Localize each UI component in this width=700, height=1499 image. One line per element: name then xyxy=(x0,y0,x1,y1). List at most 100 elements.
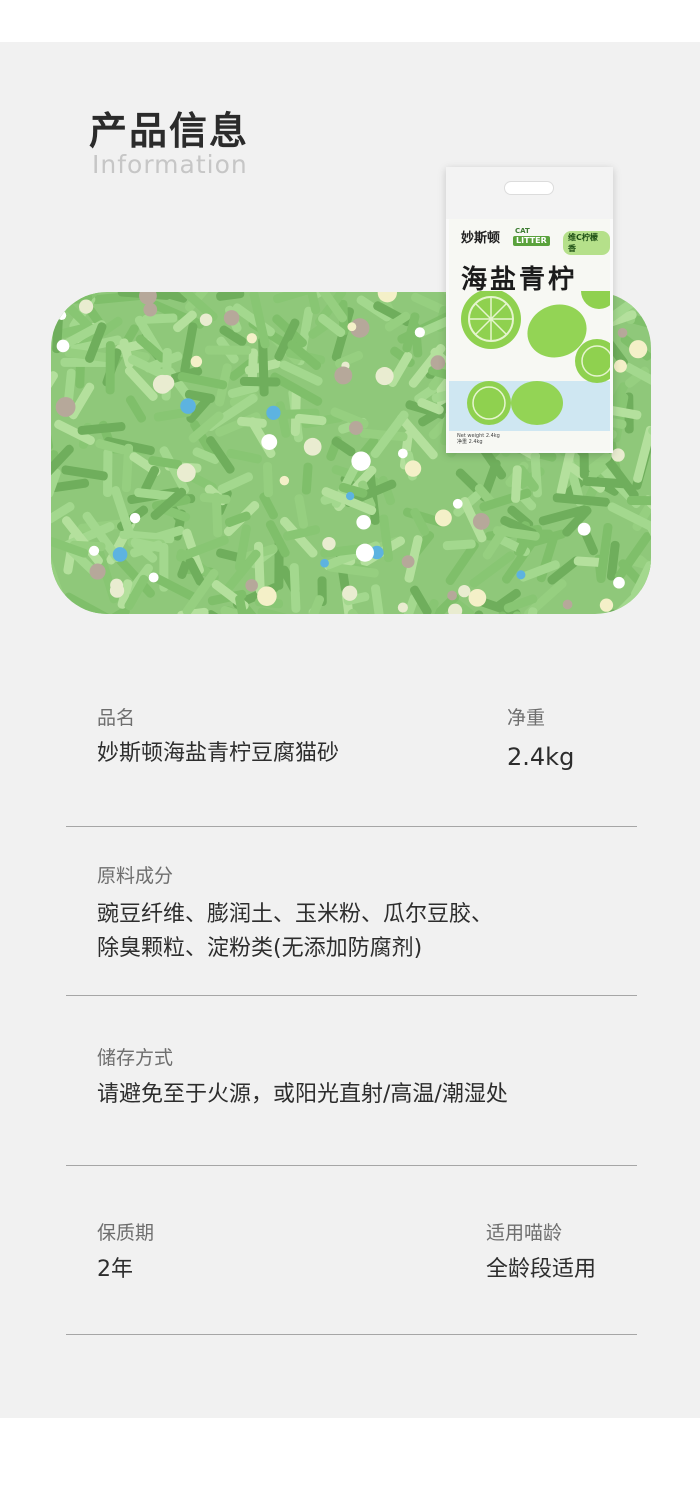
shelf-life-value: 2年 xyxy=(97,1257,133,1282)
litter-granule xyxy=(577,522,591,536)
litter-pellet xyxy=(301,462,313,495)
litter-pellet xyxy=(239,376,281,387)
litter-granule xyxy=(199,313,213,326)
ingredients-line-1: 豌豆纤维、膨润土、玉米粉、瓜尔豆胶、 xyxy=(97,902,494,927)
storage-value: 请避免至于火源，或阳光直射/高温/潮湿处 xyxy=(97,1082,508,1107)
litter-pellet xyxy=(294,494,309,529)
litter-pellet xyxy=(275,401,291,438)
litter-granule xyxy=(348,420,363,435)
litter-granule xyxy=(397,602,408,613)
litter-pellet xyxy=(226,448,262,464)
litter-granule xyxy=(320,558,329,568)
litter-pellet xyxy=(105,341,115,395)
litter-granule xyxy=(414,327,425,338)
litter-granule xyxy=(452,498,463,509)
litter-granule xyxy=(434,509,452,527)
litter-granule xyxy=(334,366,353,385)
litter-pellet xyxy=(607,502,651,535)
storage-label: 储存方式 xyxy=(97,1047,174,1069)
litter-granule xyxy=(266,405,281,420)
bag-scent-badge: 维C柠檬香 xyxy=(563,231,610,255)
litter-granule xyxy=(261,434,278,451)
litter-granule xyxy=(345,491,355,501)
page-title: 产品信息 xyxy=(89,109,250,153)
litter-granule xyxy=(158,375,175,391)
litter-granule xyxy=(129,512,141,524)
litter-pellet xyxy=(204,345,252,355)
litter-pellet xyxy=(51,404,54,451)
litter-granule xyxy=(401,555,415,569)
divider xyxy=(66,1334,637,1335)
litter-granule xyxy=(143,302,158,317)
litter-granule xyxy=(516,570,526,580)
litter-granule xyxy=(112,547,128,562)
litter-granule xyxy=(56,339,70,353)
litter-pellet xyxy=(579,450,589,479)
divider xyxy=(66,1165,637,1166)
litter-granule xyxy=(404,460,422,477)
litter-granule xyxy=(322,536,336,551)
litter-granule xyxy=(397,448,408,459)
litter-granule xyxy=(599,598,614,612)
litter-granule xyxy=(613,576,625,589)
litter-granule xyxy=(447,590,457,601)
litter-pellet xyxy=(633,425,651,483)
litter-granule xyxy=(223,310,240,326)
litter-granule xyxy=(88,545,100,556)
litter-granule xyxy=(347,322,357,332)
ingredients-label: 原料成分 xyxy=(97,865,174,887)
litter-granule xyxy=(89,563,106,580)
cat-age-value: 全龄段适用 xyxy=(486,1257,597,1282)
ingredients-line-2: 除臭颗粒、淀粉类(无添加防腐剂) xyxy=(97,936,423,961)
litter-granule xyxy=(148,572,159,583)
litter-granule xyxy=(351,451,371,471)
litter-granule xyxy=(180,398,196,414)
litter-pellet xyxy=(125,395,147,423)
litter-pellet xyxy=(216,292,245,301)
litter-granule xyxy=(356,514,371,530)
litter-pellet xyxy=(217,472,254,494)
litter-pellet xyxy=(289,563,301,613)
net-weight-value: 2.4kg xyxy=(507,743,575,771)
litter-granule xyxy=(562,599,573,610)
bag-weight: Net weight 2.4kg 净重 2.4kg xyxy=(457,433,500,445)
litter-granule xyxy=(190,355,203,368)
litter-granule xyxy=(303,437,322,456)
litter-granule xyxy=(611,448,625,462)
divider xyxy=(66,826,637,827)
litter-granule xyxy=(245,579,258,592)
litter-granule xyxy=(617,327,628,338)
litter-granule xyxy=(458,584,471,598)
litter-pellet xyxy=(61,465,108,481)
litter-granule xyxy=(246,333,257,344)
litter-pellet xyxy=(257,607,311,614)
product-name-label: 品名 xyxy=(97,707,136,729)
litter-granule xyxy=(110,578,124,592)
page-subtitle: Information xyxy=(92,150,248,179)
litter-granule xyxy=(78,299,94,314)
product-bag-image: 妙斯顿 CAT LITTER 维C柠檬香 海盐青柠 Net weight 2.4… xyxy=(446,167,613,453)
bag-litter-text: LITTER xyxy=(513,236,550,246)
lime-illustration xyxy=(449,291,610,431)
litter-granule xyxy=(342,585,358,601)
bag-cat-text: CAT xyxy=(515,227,530,235)
bag-front: 妙斯顿 CAT LITTER 维C柠檬香 海盐青柠 Net weight 2.4… xyxy=(449,219,610,451)
litter-granule xyxy=(257,586,277,606)
litter-granule xyxy=(355,543,374,562)
bag-brand-logo: 妙斯顿 xyxy=(461,231,501,246)
divider xyxy=(66,995,637,996)
litter-granule xyxy=(176,463,196,483)
litter-pellet xyxy=(262,462,273,498)
cat-age-label: 适用喵龄 xyxy=(486,1222,563,1244)
shelf-life-label: 保质期 xyxy=(97,1222,155,1244)
litter-granule xyxy=(375,367,394,386)
bag-handle xyxy=(504,181,554,195)
net-weight-label: 净重 xyxy=(507,707,546,729)
litter-pellet xyxy=(371,584,384,614)
litter-granule xyxy=(629,340,648,359)
litter-granule xyxy=(279,475,290,486)
litter-granule xyxy=(55,397,76,417)
litter-granule xyxy=(613,359,627,373)
litter-granule xyxy=(468,588,487,607)
litter-granule xyxy=(472,512,490,530)
